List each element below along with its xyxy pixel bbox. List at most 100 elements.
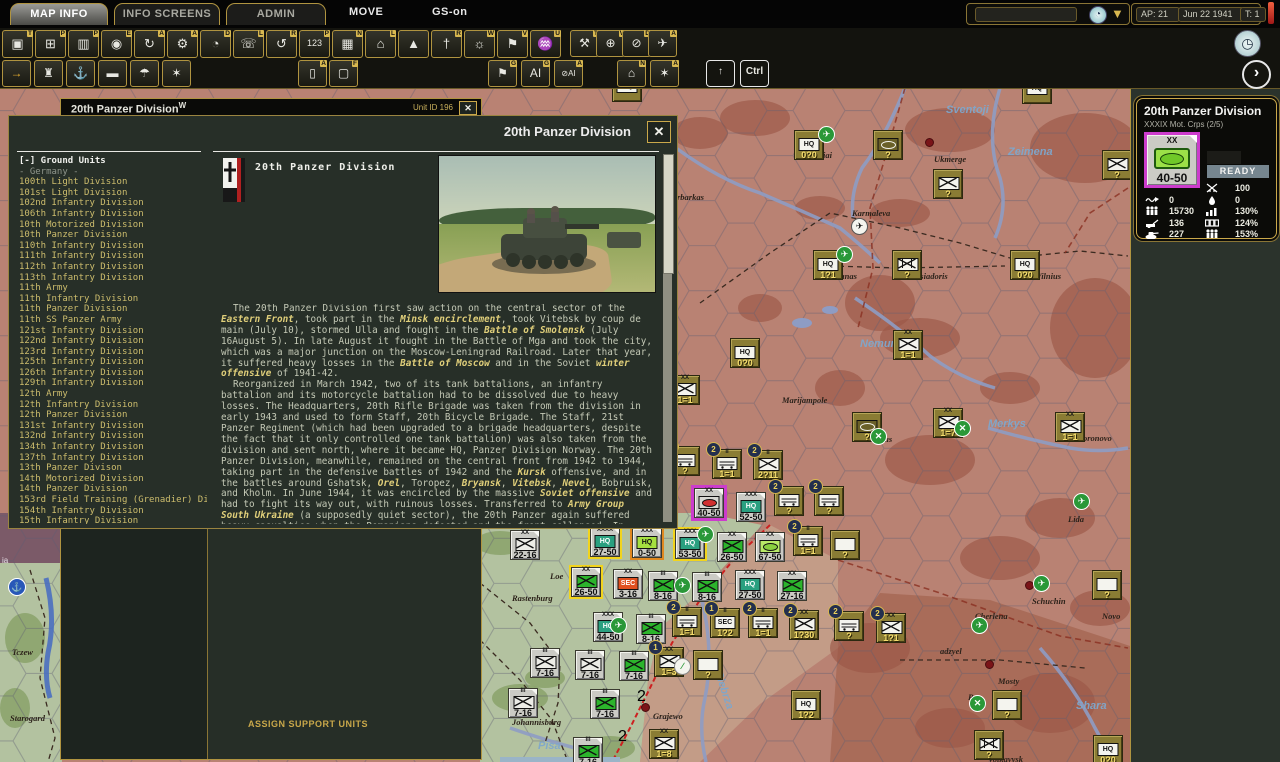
map-counter-inf[interactable]: XX1?12 (876, 613, 906, 643)
unit-list-item[interactable]: 123rd Infantry Division (19, 347, 207, 358)
list-header[interactable]: [-] Ground Units (19, 156, 207, 167)
mode-move[interactable]: MOVE (349, 6, 383, 18)
unit-list-item[interactable]: 14th Panzer Division (19, 484, 207, 495)
map-counter-inf[interactable]: III7-16 (530, 648, 560, 678)
unit-counter[interactable]: XX 40-50 (1144, 132, 1200, 188)
unit-list-item[interactable]: 112th Infantry Division (19, 262, 207, 273)
container-button[interactable]: ▢F (329, 60, 358, 87)
map-counter-hq[interactable]: HQ (1022, 88, 1052, 104)
unit-list-item[interactable]: 100th Light Division (19, 177, 207, 188)
ground-units-list[interactable]: [-] Ground Units- Germany -100th Light D… (19, 156, 207, 524)
map-counter-sec[interactable]: IISEC1?21 (710, 608, 740, 638)
map-counter-inf[interactable]: XX1?302 (789, 610, 819, 640)
interdiction-button[interactable]: ⊘D (622, 30, 651, 57)
map-counter-inf[interactable]: III8-16 (636, 614, 666, 644)
unit-list-item[interactable]: 14th Motorized Division (19, 474, 207, 485)
replay-button[interactable]: ↺R (266, 30, 297, 58)
map-counter-hq[interactable]: XXXXHQ27-50 (590, 527, 620, 557)
rail-move-button[interactable]: ♜ (34, 60, 63, 87)
map-counter-hq[interactable]: XXXHQ0-50 (632, 528, 662, 558)
map-counter-unk[interactable]: ? (992, 690, 1022, 720)
message-box[interactable] (975, 7, 1077, 22)
production-button[interactable]: ⌂L (365, 30, 396, 58)
unit-list-item[interactable]: 12th Army (19, 389, 207, 400)
map-counter-hq[interactable]: HQ0?0 (1093, 735, 1123, 762)
map-modes-button[interactable]: ▣T (2, 30, 33, 58)
elevation-button[interactable]: ▲ (398, 30, 429, 58)
map-counter-inf[interactable]: XX1=1 (1055, 412, 1085, 442)
communications-button[interactable]: ☏L (233, 30, 264, 58)
unit-list-item[interactable]: 111th Infantry Division (19, 251, 207, 262)
unit-list-item[interactable]: 131st Infantry Division (19, 421, 207, 432)
unit-list-item[interactable]: 134th Infantry Division (19, 442, 207, 453)
map-counter-mot[interactable]: ? (892, 250, 922, 280)
unit-list-item[interactable]: 12th Panzer Division (19, 410, 207, 421)
map-counter-inf[interactable]: XX26-50 (717, 532, 747, 562)
map-counter-inf[interactable]: XX1=8 (649, 729, 679, 759)
close-icon[interactable]: ✕ (459, 101, 477, 115)
map-counter-mot[interactable]: ? (974, 730, 1004, 760)
unit-list-item[interactable]: 125th Infantry Division (19, 357, 207, 368)
scrollbar-thumb[interactable] (663, 154, 674, 274)
ai-orders-button[interactable]: AIG (521, 60, 550, 87)
roads-button[interactable]: †R (431, 30, 462, 58)
unit-list-item[interactable]: 126th Infantry Division (19, 368, 207, 379)
map-counter-truck[interactable]: ?2 (774, 486, 804, 516)
supply-button[interactable]: ⚒T (570, 30, 599, 57)
unit-list-item[interactable]: 10th Panzer Division (19, 230, 207, 241)
org-chart-button[interactable]: ▦N (332, 30, 363, 58)
barge-button[interactable]: ▬ (98, 60, 127, 87)
assault-button[interactable]: ✶ (162, 60, 191, 87)
unit-list-item[interactable]: 12th Infantry Division (19, 400, 207, 411)
map-counter-truck[interactable]: II1=12 (712, 449, 742, 479)
map-counter-armor[interactable]: XX67-50 (755, 532, 785, 562)
tab-map-info[interactable]: MAP INFO (10, 3, 108, 25)
map-counter-inf[interactable]: III7-16 (508, 688, 538, 718)
map-counter-hq[interactable]: XXXHQ52-50 (736, 492, 766, 522)
unit-list-item[interactable]: 154th Infantry Division (19, 506, 207, 517)
unit-list-item[interactable]: 11th Army (19, 283, 207, 294)
unit-list-item[interactable]: 15th Infantry Division (19, 516, 207, 524)
map-counter-unk[interactable]: ? (1092, 570, 1122, 600)
unit-list-item[interactable]: 11th Infantry Division (19, 294, 207, 305)
weather-button[interactable]: ☼W (464, 30, 495, 58)
unit-list-item[interactable]: 13th Panzer Divison (19, 463, 207, 474)
ai-off-button[interactable]: ⊘AIA (554, 60, 583, 87)
map-counter-unk[interactable]: ? (830, 530, 860, 560)
copy-screen-button[interactable]: ▥P (68, 30, 99, 58)
naval-move-button[interactable]: ⚓ (66, 60, 95, 87)
unit-list-item[interactable]: 153rd Field Training (Grenadier) Di (19, 495, 207, 506)
unit-list-item[interactable]: 113th Infantry Division (19, 273, 207, 284)
next-turn-button[interactable]: › (1242, 60, 1271, 89)
mode-gs-on[interactable]: GS-on (432, 6, 468, 18)
map-counter-inf[interactable]: III7-16 (590, 689, 620, 719)
tab-admin[interactable]: ADMIN (226, 3, 326, 25)
map-counter-armor[interactable]: XX40-50 (694, 488, 724, 518)
unit-icons-button[interactable]: ◉E (101, 30, 132, 58)
map-counter-sec[interactable]: XXSEC3-16 (613, 569, 643, 599)
unit-list-item[interactable]: 11th SS Panzer Army (19, 315, 207, 326)
flag-orders-button[interactable]: ⚑G (488, 60, 517, 87)
map-counter-inf[interactable]: XX26-50 (571, 567, 601, 597)
map-counter-inf[interactable]: XX27-16 (777, 571, 807, 601)
map-counter-armorq[interactable]: ? (873, 130, 903, 160)
unit-list-item[interactable]: 102nd Infantry Division (19, 198, 207, 209)
map-counter-truck[interactable]: ?2 (814, 486, 844, 516)
unit-list-item[interactable]: 137th Infantry Division (19, 453, 207, 464)
map-counter-truck[interactable]: II1=12 (793, 526, 823, 556)
globe-icon[interactable]: ◔ (1089, 6, 1107, 24)
assign-support-units-label[interactable]: ASSIGN SUPPORT UNITS (248, 719, 368, 729)
map-counter-unk[interactable]: ? (693, 650, 723, 680)
map-counter-inf[interactable]: III7-16 (575, 650, 605, 680)
event-timer-button[interactable]: ◔D (200, 30, 231, 58)
ctrl-key-button[interactable]: Ctrl (740, 60, 769, 87)
unit-list-item[interactable]: 121st Infantry Division (19, 326, 207, 337)
map-counter-inf[interactable]: XX1=1 (893, 330, 923, 360)
redo-orders-button[interactable]: ↻A (134, 30, 165, 58)
objectives-flag-button[interactable]: ⚑V (497, 30, 528, 58)
targeting-button[interactable]: ⊕V (596, 30, 625, 57)
map-counter-inf[interactable]: III7-16 (573, 737, 603, 762)
map-counter-hq[interactable]: XXXHQ27-50 (735, 570, 765, 600)
unit-list-item[interactable]: 106th Infantry Division (19, 209, 207, 220)
map-counter-inf[interactable]: ? (1102, 150, 1130, 180)
